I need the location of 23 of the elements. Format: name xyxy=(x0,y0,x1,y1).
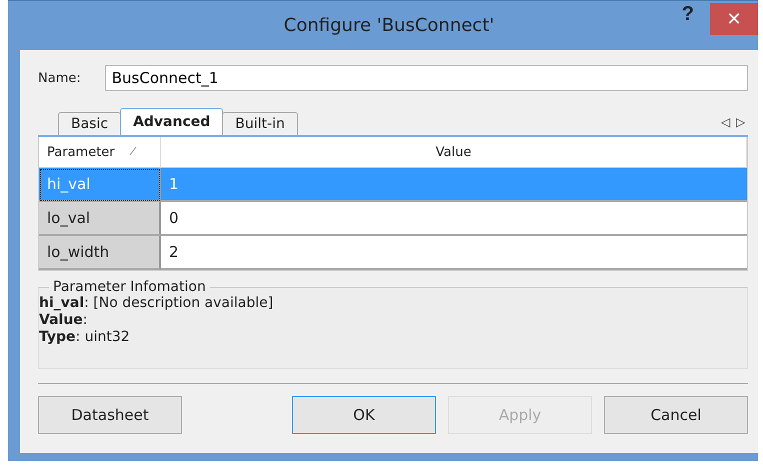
tab[interactable]: Built-in xyxy=(222,112,298,135)
window-title: Configure 'BusConnect' xyxy=(284,15,494,36)
tab[interactable]: Basic xyxy=(58,112,122,135)
info-title: Parameter Infomation xyxy=(52,279,207,295)
name-field[interactable]: BusConnect_1 xyxy=(104,65,748,91)
dialog-button[interactable]: Datasheet xyxy=(38,396,182,434)
dialog-button[interactable]: OK xyxy=(292,396,436,434)
info-line: Type: uint32 xyxy=(39,329,131,346)
parameter-cell[interactable]: lo_val xyxy=(39,202,161,236)
scroll-left-button[interactable]: ◁ xyxy=(718,115,733,135)
column-header[interactable]: Parameter xyxy=(39,137,161,168)
name-label: Name: xyxy=(38,70,81,86)
scroll-right-button[interactable]: ▷ xyxy=(733,115,748,135)
parameter-cell[interactable]: lo_width xyxy=(39,236,161,270)
tab[interactable]: Advanced xyxy=(120,108,224,135)
info-line: hi_val: [No description available] xyxy=(39,295,274,312)
value-cell[interactable]: 2 xyxy=(161,236,747,270)
info-line: Value: xyxy=(39,312,88,329)
value-cell[interactable]: 0 xyxy=(161,202,747,236)
dialog-button[interactable]: Cancel xyxy=(604,396,748,434)
close-button[interactable]: ✕ xyxy=(710,3,758,35)
help-button[interactable]: ? xyxy=(676,3,700,26)
column-header[interactable]: Value xyxy=(161,137,747,168)
